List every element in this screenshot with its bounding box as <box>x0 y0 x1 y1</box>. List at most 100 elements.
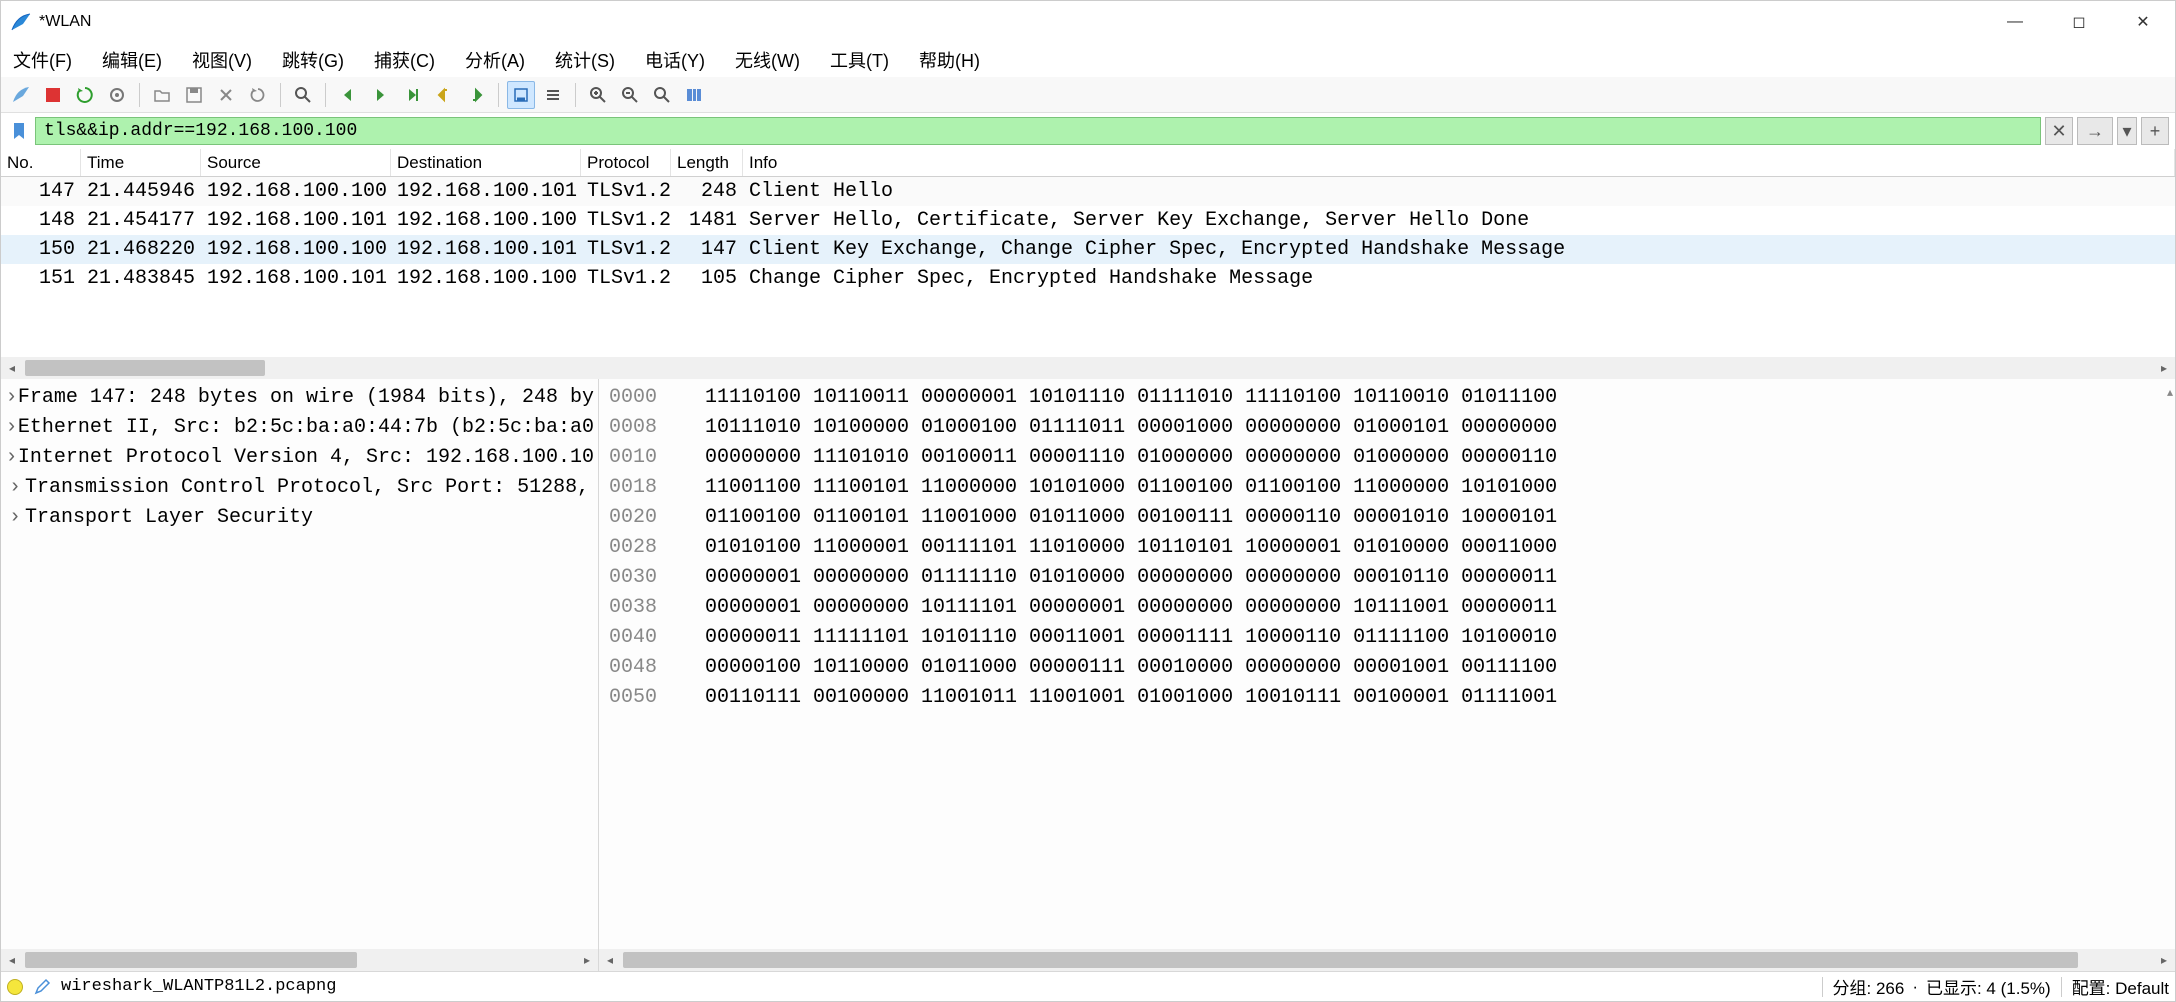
menu-wireless[interactable]: 无线(W) <box>729 43 806 77</box>
hex-row[interactable]: 0050 00110111 00100000 11001011 11001001… <box>599 683 2175 713</box>
scroll-right-icon[interactable]: ▸ <box>2153 357 2175 379</box>
hex-row[interactable]: 0000 11110100 10110011 00000001 10101110… <box>599 383 2175 413</box>
menu-analyze[interactable]: 分析(A) <box>459 43 531 77</box>
hex-row[interactable]: 0040 00000011 11111101 10101110 00011001… <box>599 623 2175 653</box>
details-hscroll[interactable]: ◂ ▸ <box>1 949 598 971</box>
toolbar-separator <box>498 83 499 107</box>
minimize-button[interactable]: — <box>1983 1 2047 43</box>
packet-bytes-pane: 0000 11110100 10110011 00000001 10101110… <box>599 379 2175 971</box>
find-packet-icon[interactable] <box>289 81 317 109</box>
scroll-up-icon[interactable]: ▴ <box>2167 385 2173 399</box>
capture-options-icon[interactable] <box>103 81 131 109</box>
menubar: 文件(F) 编辑(E) 视图(V) 跳转(G) 捕获(C) 分析(A) 统计(S… <box>1 43 2175 77</box>
packet-row[interactable]: 15021.468220192.168.100.100192.168.100.1… <box>1 235 2175 264</box>
tree-item[interactable]: ›Transmission Control Protocol, Src Port… <box>1 473 598 503</box>
menu-view[interactable]: 视图(V) <box>186 43 258 77</box>
save-file-icon[interactable] <box>180 81 208 109</box>
packet-bytes-hex[interactable]: 0000 11110100 10110011 00000001 10101110… <box>599 379 2175 949</box>
status-separator <box>2061 977 2062 997</box>
menu-help[interactable]: 帮助(H) <box>913 43 986 77</box>
statusbar: wireshark_WLANTP81L2.pcapng 分组: 266 · 已显… <box>1 971 2175 1001</box>
menu-tools[interactable]: 工具(T) <box>824 43 895 77</box>
displayed-count-label: 已显示: 4 (1.5%) <box>1926 974 2051 999</box>
col-source[interactable]: Source <box>201 149 391 176</box>
close-button[interactable]: ✕ <box>2111 1 2175 43</box>
col-no[interactable]: No. <box>1 149 81 176</box>
packet-row[interactable]: 14721.445946192.168.100.100192.168.100.1… <box>1 177 2175 206</box>
hex-row[interactable]: 0020 01100100 01100101 11001000 01011000… <box>599 503 2175 533</box>
col-info[interactable]: Info <box>743 149 2175 176</box>
toolbar-separator <box>325 83 326 107</box>
menu-stats[interactable]: 统计(S) <box>549 43 621 77</box>
maximize-button[interactable]: ◻ <box>2047 1 2111 43</box>
profile-label[interactable]: 配置: Default <box>2072 974 2169 999</box>
scroll-right-icon[interactable]: ▸ <box>576 949 598 971</box>
titlebar: *WLAN — ◻ ✕ <box>1 1 2175 43</box>
reload-icon[interactable] <box>244 81 272 109</box>
hex-row[interactable]: 0010 00000000 11101010 00100011 00001110… <box>599 443 2175 473</box>
menu-telephony[interactable]: 电话(Y) <box>639 43 711 77</box>
packet-details-tree[interactable]: ›Frame 147: 248 bytes on wire (1984 bits… <box>1 379 598 949</box>
col-protocol[interactable]: Protocol <box>581 149 671 176</box>
toolbar <box>1 77 2175 113</box>
scroll-right-icon[interactable]: ▸ <box>2153 949 2175 971</box>
filter-bar: ✕ → ▾ + <box>1 113 2175 149</box>
hex-row[interactable]: 0030 00000001 00000000 01111110 01010000… <box>599 563 2175 593</box>
tree-item[interactable]: ›Ethernet II, Src: b2:5c:ba:a0:44:7b (b2… <box>1 413 598 443</box>
colorize-icon[interactable] <box>539 81 567 109</box>
hex-row[interactable]: 0018 11001100 11100101 11000000 10101000… <box>599 473 2175 503</box>
menu-edit[interactable]: 编辑(E) <box>96 43 168 77</box>
go-first-icon[interactable] <box>430 81 458 109</box>
autoscroll-icon[interactable] <box>507 81 535 109</box>
tree-item[interactable]: ›Frame 147: 248 bytes on wire (1984 bits… <box>1 383 598 413</box>
zoom-reset-icon[interactable] <box>648 81 676 109</box>
scroll-left-icon[interactable]: ◂ <box>599 949 621 971</box>
filter-history-dropdown[interactable]: ▾ <box>2117 117 2137 145</box>
status-separator <box>1822 977 1823 997</box>
col-time[interactable]: Time <box>81 149 201 176</box>
menu-file[interactable]: 文件(F) <box>7 43 78 77</box>
packet-details-pane: ›Frame 147: 248 bytes on wire (1984 bits… <box>1 379 599 971</box>
scroll-left-icon[interactable]: ◂ <box>1 357 23 379</box>
hex-row[interactable]: 0008 10111010 10100000 01000100 01111011… <box>599 413 2175 443</box>
go-last-icon[interactable] <box>462 81 490 109</box>
packet-row[interactable]: 14821.454177192.168.100.101192.168.100.1… <box>1 206 2175 235</box>
filter-bookmark-icon[interactable] <box>7 117 31 145</box>
display-filter-input[interactable] <box>35 117 2041 145</box>
filter-clear-button[interactable]: ✕ <box>2045 117 2073 145</box>
start-capture-icon[interactable] <box>7 81 35 109</box>
menu-go[interactable]: 跳转(G) <box>276 43 350 77</box>
packet-list-hscroll[interactable]: ◂ ▸ <box>1 357 2175 379</box>
edit-icon[interactable] <box>33 978 51 996</box>
packet-list-body[interactable]: 14721.445946192.168.100.100192.168.100.1… <box>1 177 2175 293</box>
hex-row[interactable]: 0048 00000100 10110000 01011000 00000111… <box>599 653 2175 683</box>
hex-row[interactable]: 0028 01010100 11000001 00111101 11010000… <box>599 533 2175 563</box>
scroll-left-icon[interactable]: ◂ <box>1 949 23 971</box>
toolbar-separator <box>280 83 281 107</box>
hex-row[interactable]: 0038 00000001 00000000 10111101 00000001… <box>599 593 2175 623</box>
expert-info-icon[interactable] <box>7 979 23 995</box>
close-file-icon[interactable] <box>212 81 240 109</box>
window-title: *WLAN <box>39 13 1983 31</box>
menu-capture[interactable]: 捕获(C) <box>368 43 441 77</box>
stop-capture-icon[interactable] <box>39 81 67 109</box>
toolbar-separator <box>575 83 576 107</box>
app-icon <box>11 12 31 32</box>
packet-row[interactable]: 15121.483845192.168.100.101192.168.100.1… <box>1 264 2175 293</box>
filter-apply-button[interactable]: → <box>2077 117 2113 145</box>
col-length[interactable]: Length <box>671 149 743 176</box>
tree-item[interactable]: ›Transport Layer Security <box>1 503 598 533</box>
filter-add-button[interactable]: + <box>2141 117 2169 145</box>
col-destination[interactable]: Destination <box>391 149 581 176</box>
zoom-in-icon[interactable] <box>584 81 612 109</box>
resize-columns-icon[interactable] <box>680 81 708 109</box>
open-file-icon[interactable] <box>148 81 176 109</box>
bytes-hscroll[interactable]: ◂ ▸ <box>599 949 2175 971</box>
go-forward-icon[interactable] <box>366 81 394 109</box>
zoom-out-icon[interactable] <box>616 81 644 109</box>
bullet: · <box>1912 977 1918 997</box>
go-back-icon[interactable] <box>334 81 362 109</box>
go-to-packet-icon[interactable] <box>398 81 426 109</box>
tree-item[interactable]: ›Internet Protocol Version 4, Src: 192.1… <box>1 443 598 473</box>
restart-capture-icon[interactable] <box>71 81 99 109</box>
